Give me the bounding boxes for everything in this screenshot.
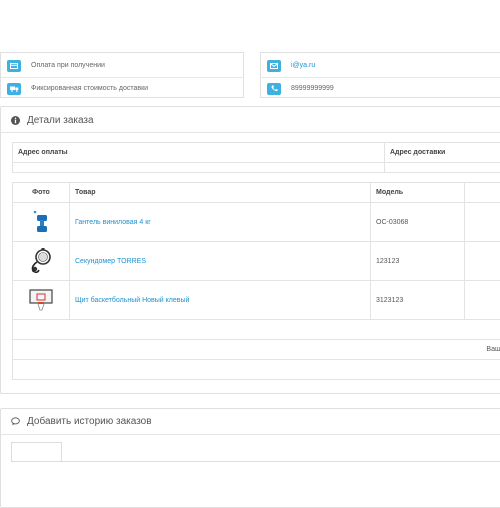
product-name-cell: Гантель виниловая 4 кг <box>70 203 371 242</box>
model-column-header: Модель <box>371 183 465 203</box>
payment-address-cell <box>13 163 385 173</box>
product-link[interactable]: Секундомер TORRES <box>75 258 146 265</box>
phone-icon <box>267 83 281 95</box>
address-table: Адрес оплаты Адрес доставки <box>12 142 500 173</box>
dumbbell-image[interactable] <box>30 207 52 237</box>
comment-icon <box>11 417 20 426</box>
products-table: Фото Товар Модель Гантель виниловая 4 кг <box>12 182 500 380</box>
product-model-cell: 3123123 <box>371 281 465 320</box>
shipping-address-cell <box>385 163 500 173</box>
product-extra-cell <box>465 281 500 320</box>
credit-card-icon <box>7 60 21 72</box>
totals-row: Су <box>13 320 500 340</box>
payment-address-header: Адрес оплаты <box>13 143 385 163</box>
info-circle-icon <box>11 116 20 125</box>
customer-phone-text: 89999999999 <box>291 85 334 92</box>
envelope-icon <box>267 60 281 72</box>
product-link[interactable]: Гантель виниловая 4 кг <box>75 219 151 226</box>
total-cell: Ваша э <box>13 340 500 360</box>
product-extra-cell <box>465 203 500 242</box>
customer-contact-panel: i@ya.ru 89999999999 <box>260 52 500 98</box>
totals-row: Ваша э <box>13 340 500 360</box>
subtotal-cell: Су <box>13 320 500 340</box>
product-model-cell: ОС-03068 <box>371 203 465 242</box>
shipping-method-row: Фиксированная стоимость доставки <box>1 77 243 99</box>
stopwatch-image[interactable] <box>28 246 54 276</box>
order-details-title: Детали заказа <box>27 115 94 126</box>
product-extra-cell <box>465 242 500 281</box>
product-model-cell: 123123 <box>371 242 465 281</box>
history-tab-bar <box>11 461 500 462</box>
product-link[interactable]: Щит баскетбольный Новый клевый <box>75 297 189 304</box>
product-name-cell: Секундомер TORRES <box>70 242 371 281</box>
customer-email-link[interactable]: i@ya.ru <box>291 62 315 69</box>
truck-icon <box>7 83 21 95</box>
order-details-header: Детали заказа <box>1 107 500 133</box>
order-history-title: Добавить историю заказов <box>27 416 152 427</box>
product-photo-cell <box>13 281 70 320</box>
phone-row: 89999999999 <box>261 77 500 99</box>
order-history-header: Добавить историю заказов <box>1 409 500 435</box>
shipping-address-header: Адрес доставки <box>385 143 500 163</box>
product-column-header: Товар <box>70 183 371 203</box>
order-history-panel: Добавить историю заказов <box>0 408 500 508</box>
product-name-cell: Щит баскетбольный Новый клевый <box>70 281 371 320</box>
shipping-method-text: Фиксированная стоимость доставки <box>31 85 148 92</box>
payment-method-row: Оплата при получении <box>1 55 243 76</box>
payment-method-text: Оплата при получении <box>31 62 105 69</box>
table-row: Гантель виниловая 4 кг ОС-03068 <box>13 203 500 242</box>
product-photo-cell <box>13 203 70 242</box>
history-tab[interactable] <box>11 442 62 462</box>
basketball-backboard-image[interactable] <box>28 288 54 312</box>
table-row: Щит баскетбольный Новый клевый 3123123 <box>13 281 500 320</box>
order-method-panel: Оплата при получении Фиксированная стоим… <box>0 52 244 98</box>
table-row: Секундомер TORRES 123123 <box>13 242 500 281</box>
extra-column-header <box>465 183 500 203</box>
empty-total-cell <box>13 360 500 380</box>
product-photo-cell <box>13 242 70 281</box>
email-row: i@ya.ru <box>261 55 500 76</box>
order-details-panel: Детали заказа Адрес оплаты Адрес доставк… <box>0 106 500 394</box>
totals-row <box>13 360 500 380</box>
photo-column-header: Фото <box>13 183 70 203</box>
